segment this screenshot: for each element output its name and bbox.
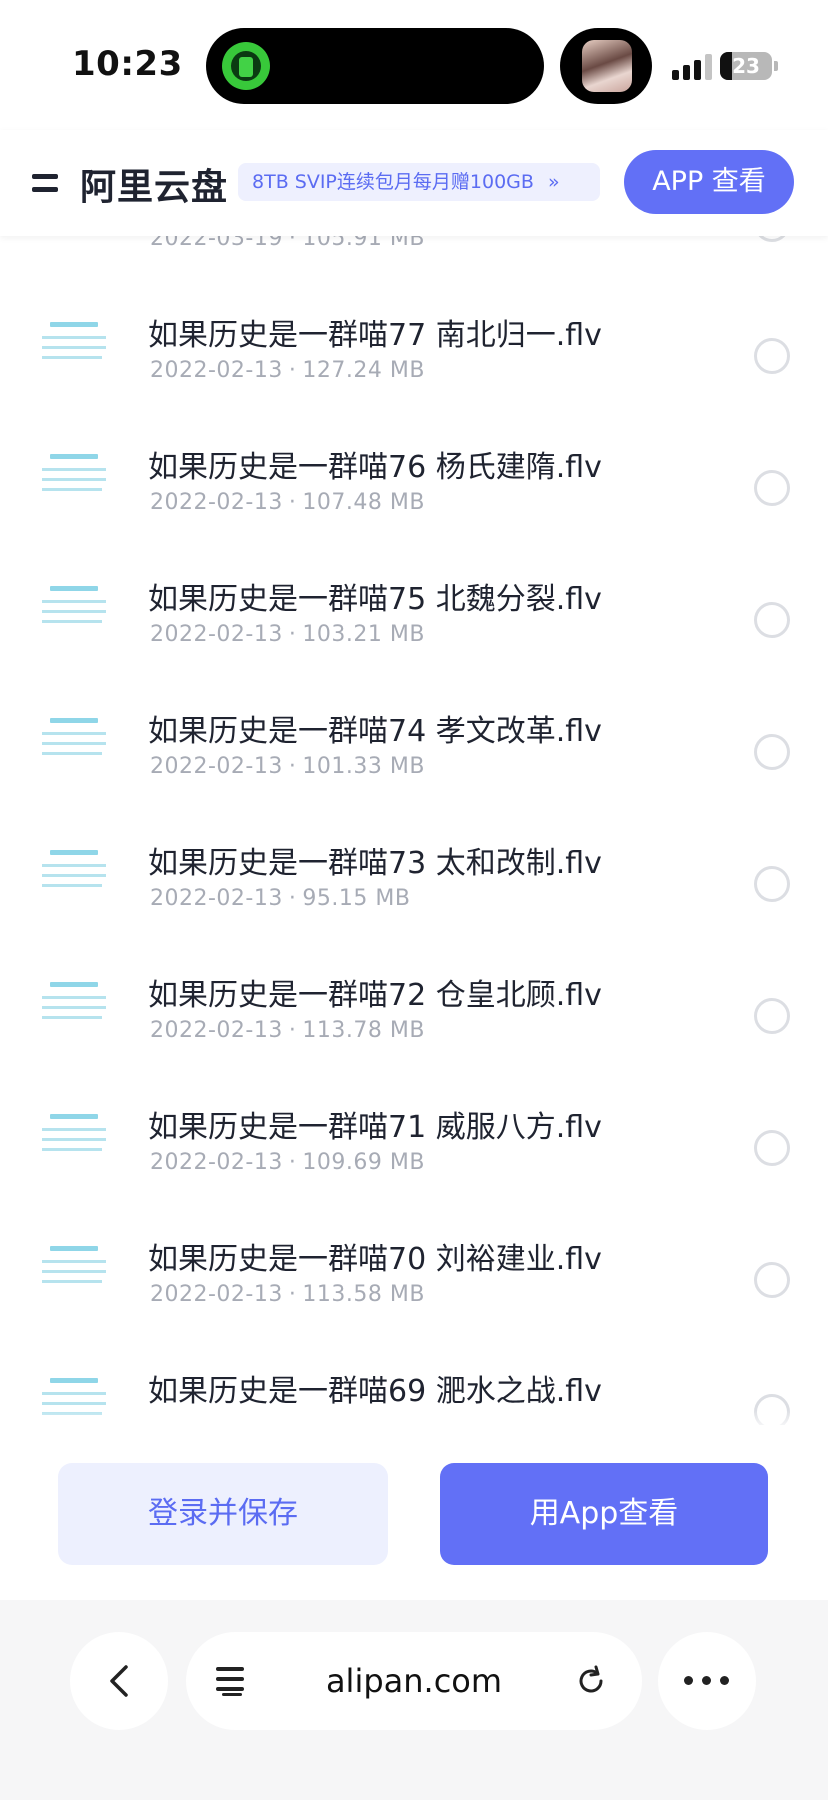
activity-icon bbox=[222, 42, 270, 90]
file-date: 2022-02-13 bbox=[150, 886, 283, 911]
meta-separator: · bbox=[288, 358, 297, 383]
file-thumbnail bbox=[36, 314, 112, 390]
file-date: 2022-02-13 bbox=[150, 358, 283, 383]
browser-toolbar: alipan.com bbox=[0, 1600, 828, 1800]
file-thumbnail bbox=[36, 710, 112, 786]
file-size: 109.69 MB bbox=[302, 1150, 425, 1175]
battery-icon: 23 bbox=[720, 52, 772, 80]
file-name: 如果历史是一群喵72 仓皇北顾.flv bbox=[148, 978, 602, 1013]
file-size: 101.33 MB bbox=[302, 754, 425, 779]
meta-separator: · bbox=[288, 622, 297, 647]
clock: 10:23 bbox=[72, 44, 183, 84]
file-date: 2022-02-13 bbox=[150, 1282, 283, 1307]
file-meta: 2022-02-13 · 95.15 MB bbox=[150, 886, 410, 911]
action-bar: 登录并保存 用App查看 bbox=[0, 1425, 828, 1600]
file-name: 如果历史是一群喵71 威服八方.flv bbox=[148, 1110, 602, 1145]
file-size: 95.15 MB bbox=[302, 886, 411, 911]
file-meta: 2022-02-13 · 101.33 MB bbox=[150, 754, 425, 779]
file-row[interactable]: 如果历史是一群喵74 孝文改革.flv 2022-02-13 · 101.33 MB bbox=[0, 690, 828, 822]
more-icon bbox=[682, 1676, 732, 1686]
file-list[interactable]: 如果历史是一群喵78 开皇之治.flv2022-03-19·105.91 MB如… bbox=[0, 170, 828, 1425]
battery-tip bbox=[774, 61, 778, 71]
file-thumbnail bbox=[36, 974, 112, 1050]
dynamic-island bbox=[206, 28, 544, 104]
file-date: 2022-02-13 bbox=[150, 1018, 283, 1043]
file-thumbnail bbox=[36, 1238, 112, 1314]
file-name: 如果历史是一群喵74 孝文改革.flv bbox=[148, 714, 602, 749]
file-size: 113.58 MB bbox=[302, 1282, 425, 1307]
promo-arrow-icon: » bbox=[547, 171, 560, 193]
file-meta: 2022-02-13 · 109.69 MB bbox=[150, 1150, 425, 1175]
meta-separator: · bbox=[288, 490, 297, 515]
select-radio[interactable] bbox=[754, 470, 790, 506]
file-row[interactable]: 如果历史是一群喵70 刘裕建业.flv 2022-02-13 · 113.58 MB bbox=[0, 1218, 828, 1350]
file-size: 113.78 MB bbox=[302, 1018, 425, 1043]
file-date: 2022-02-13 bbox=[150, 754, 283, 779]
file-name: 如果历史是一群喵75 北魏分裂.flv bbox=[148, 582, 602, 617]
file-date: 2022-02-13 bbox=[150, 1150, 283, 1175]
back-button[interactable] bbox=[70, 1632, 168, 1730]
file-meta: 2022-02-13 · 113.58 MB bbox=[150, 1282, 425, 1307]
file-date: 2022-02-13 bbox=[150, 622, 283, 647]
login-save-button[interactable]: 登录并保存 bbox=[58, 1463, 388, 1565]
file-meta: 2022-02-13 · 103.21 MB bbox=[150, 622, 425, 647]
signal-icon bbox=[672, 54, 714, 80]
file-name: 如果历史是一群喵77 南北归一.flv bbox=[148, 318, 602, 353]
meta-separator: · bbox=[288, 754, 297, 779]
file-thumbnail bbox=[36, 446, 112, 522]
select-radio[interactable] bbox=[754, 734, 790, 770]
chevron-left-icon bbox=[110, 1665, 128, 1697]
file-name: 如果历史是一群喵70 刘裕建业.flv bbox=[148, 1242, 602, 1277]
app-view-button[interactable]: APP 查看 bbox=[624, 150, 794, 214]
live-activity bbox=[560, 28, 652, 104]
brand-title: 阿里云盘 bbox=[80, 167, 229, 208]
file-row[interactable]: 如果历史是一群喵73 太和改制.flv 2022-02-13 · 95.15 MB bbox=[0, 822, 828, 954]
file-name: 如果历史是一群喵73 太和改制.flv bbox=[148, 846, 602, 881]
file-name: 如果历史是一群喵69 淝水之战.flv bbox=[148, 1374, 602, 1409]
meta-separator: · bbox=[288, 1282, 297, 1307]
select-radio[interactable] bbox=[754, 998, 790, 1034]
file-meta: 2022-02-13 · 127.24 MB bbox=[150, 358, 425, 383]
address-bar[interactable]: alipan.com bbox=[186, 1632, 642, 1730]
open-in-app-button[interactable]: 用App查看 bbox=[440, 1463, 768, 1565]
file-row[interactable]: 如果历史是一群喵75 北魏分裂.flv 2022-02-13 · 103.21 MB bbox=[0, 558, 828, 690]
file-thumbnail bbox=[36, 1106, 112, 1182]
file-thumbnail bbox=[36, 842, 112, 918]
promo-text: 8TB SVIP连续包月每月赠100GB bbox=[252, 171, 534, 193]
select-radio[interactable] bbox=[754, 338, 790, 374]
status-bar: 10:23 23 bbox=[0, 0, 828, 130]
reload-icon[interactable] bbox=[574, 1664, 608, 1698]
file-row[interactable]: 如果历史是一群喵72 仓皇北顾.flv 2022-02-13 · 113.78 MB bbox=[0, 954, 828, 1086]
more-button[interactable] bbox=[658, 1632, 756, 1730]
file-date: 2022-02-13 bbox=[150, 490, 283, 515]
file-row[interactable]: 如果历史是一群喵76 杨氏建隋.flv 2022-02-13 · 107.48 MB bbox=[0, 426, 828, 558]
file-size: 103.21 MB bbox=[302, 622, 425, 647]
battery-level: 23 bbox=[732, 54, 760, 78]
meta-separator: · bbox=[288, 886, 297, 911]
file-size: 107.48 MB bbox=[302, 490, 425, 515]
file-row[interactable]: 如果历史是一群喵71 威服八方.flv 2022-02-13 · 109.69 MB bbox=[0, 1086, 828, 1218]
file-meta: 2022-02-13 · 113.78 MB bbox=[150, 1018, 425, 1043]
select-radio[interactable] bbox=[754, 866, 790, 902]
file-row[interactable]: 如果历史是一群喵77 南北归一.flv 2022-02-13 · 127.24 MB bbox=[0, 294, 828, 426]
app-header: 阿里云盘 8TB SVIP连续包月每月赠100GB » APP 查看 bbox=[0, 130, 828, 236]
promo-banner[interactable]: 8TB SVIP连续包月每月赠100GB » bbox=[238, 163, 600, 201]
file-name: 如果历史是一群喵76 杨氏建隋.flv bbox=[148, 450, 602, 485]
meta-separator: · bbox=[288, 1150, 297, 1175]
menu-icon[interactable] bbox=[32, 172, 58, 194]
select-radio[interactable] bbox=[754, 1130, 790, 1166]
select-radio[interactable] bbox=[754, 1262, 790, 1298]
select-radio[interactable] bbox=[754, 602, 790, 638]
file-thumbnail bbox=[36, 578, 112, 654]
meta-separator: · bbox=[288, 1018, 297, 1043]
file-size: 127.24 MB bbox=[302, 358, 425, 383]
file-meta: 2022-02-13 · 107.48 MB bbox=[150, 490, 425, 515]
avatar bbox=[582, 40, 632, 92]
